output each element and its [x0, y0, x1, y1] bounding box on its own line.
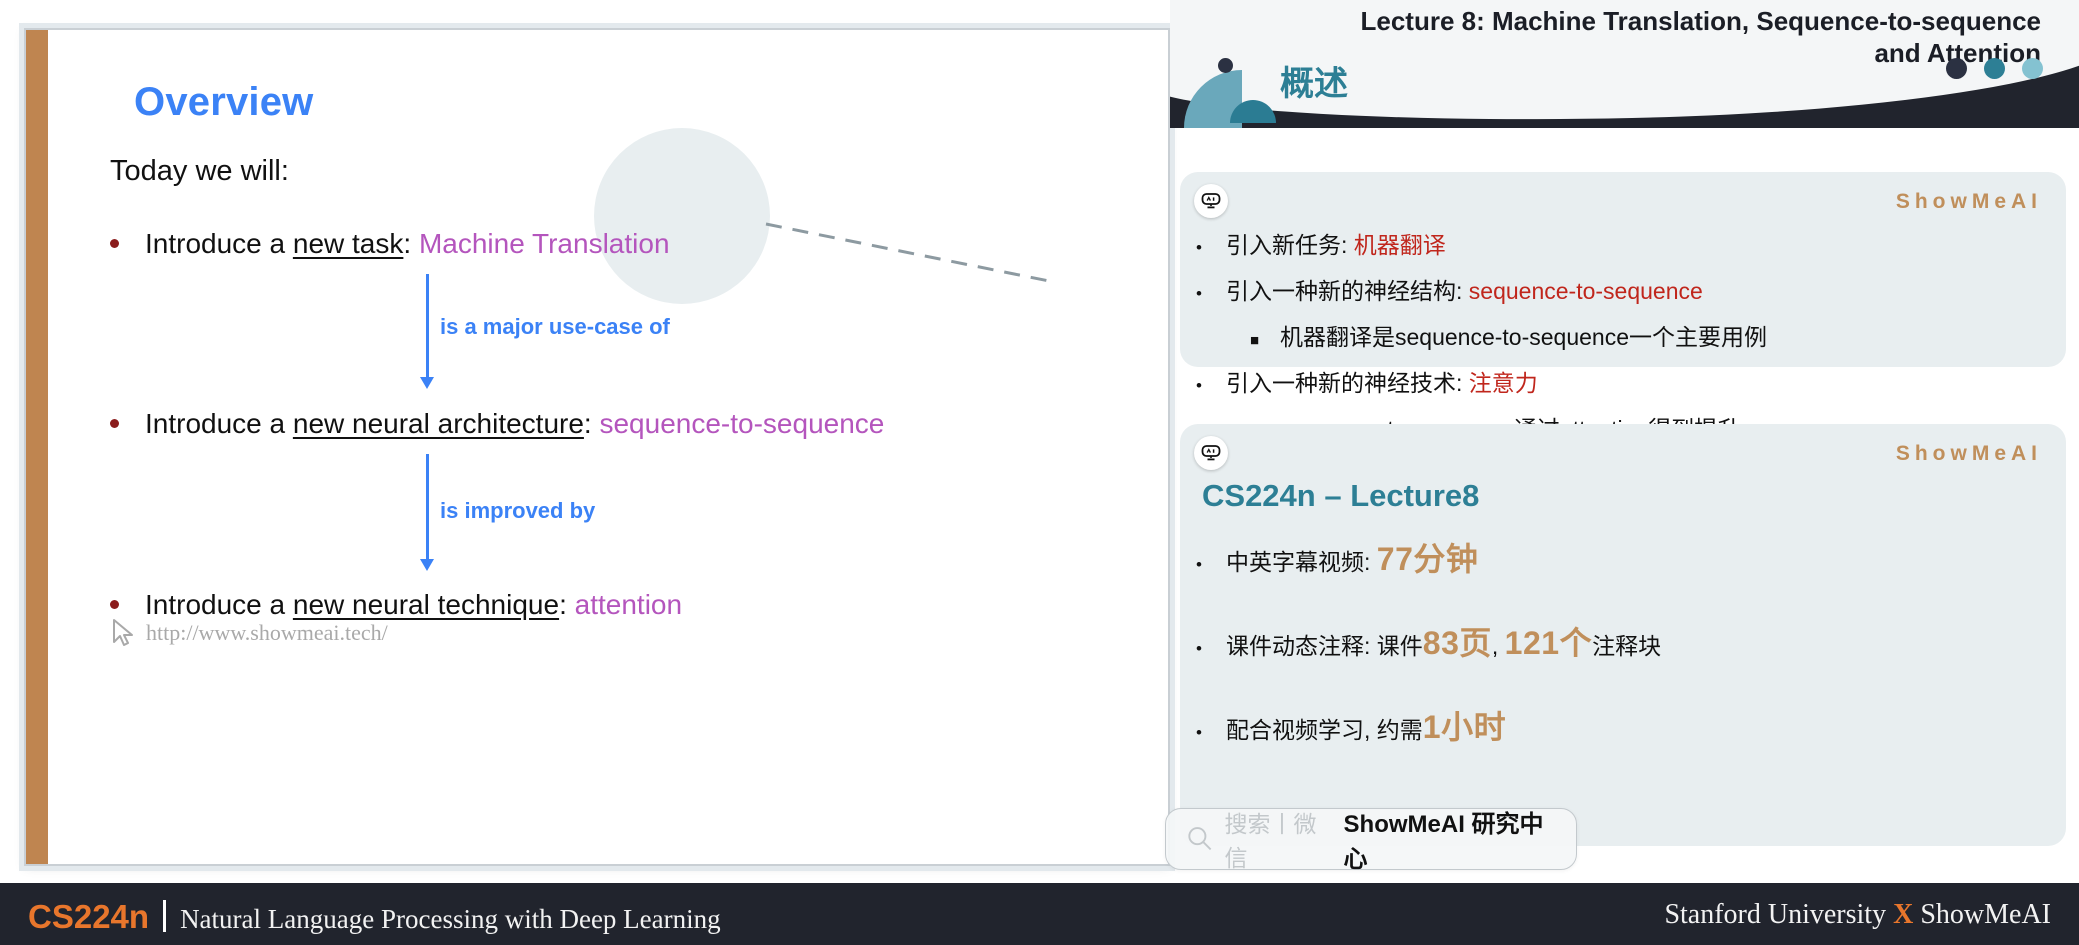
- footer-right: Stanford University X ShowMeAI: [1664, 899, 2051, 931]
- slide-body: Overview Today we will: Introduce a new …: [48, 30, 1168, 864]
- bullet-3-prefix: Introduce a: [145, 589, 293, 620]
- item-text: 引入一种新的神经技术:: [1226, 370, 1469, 396]
- ai-robot-icon: [1194, 436, 1228, 470]
- bullet-3-highlight: attention: [574, 589, 683, 620]
- screenshot-root: Overview Today we will: Introduce a new …: [0, 0, 2079, 945]
- bullet-marker-icon: •: [1196, 238, 1202, 257]
- tooltip-ghost-text: 搜索丨微信: [1224, 811, 1317, 871]
- footer-university: Stanford University: [1664, 899, 1894, 930]
- search-icon: [1188, 827, 1212, 851]
- bullet-dot-icon: [110, 418, 119, 428]
- bullet-1-prefix: Introduce a: [145, 228, 293, 259]
- bullet-1-colon: :: [403, 228, 419, 259]
- list-item: • 配合视频学习, 约需1小时: [1196, 702, 2050, 748]
- notes-panel: Lecture 8: Machine Translation, Sequence…: [1170, 0, 2079, 880]
- brand-logo-mark: [1184, 58, 1276, 128]
- item-big: 1小时: [1422, 709, 1507, 745]
- slide-watermark: http://www.showmeai.tech/: [110, 618, 388, 648]
- bullet-3-underlined: new neural technique: [292, 589, 560, 620]
- bullet-item-2: Introduce a new neural architecture: seq…: [110, 408, 884, 440]
- decorative-circle: [594, 128, 770, 304]
- lecture-title-line1: Lecture 8: Machine Translation, Sequence…: [1360, 6, 2041, 36]
- summary-list: • 引入新任务: 机器翻译 • 引入一种新的神经结构: sequence-to-…: [1196, 226, 2050, 456]
- bullet-marker-icon: •: [1196, 376, 1202, 395]
- slide-accent-bar: [26, 30, 48, 864]
- tooltip-strong-text: ShowMeAI 研究中心: [1343, 811, 1544, 873]
- item-post: 注释块: [1592, 633, 1662, 659]
- course-title: CS224n – Lecture8: [1202, 478, 1480, 513]
- footer-bar: CS224n Natural Language Processing with …: [0, 880, 2079, 945]
- item-accent: 注意力: [1468, 370, 1538, 396]
- header-dot-1-icon: [1946, 58, 1967, 79]
- bullet-2-prefix: Introduce a: [145, 408, 293, 439]
- header-dot-3-icon: [2022, 58, 2043, 79]
- footer-partner: ShowMeAI: [1913, 899, 2051, 930]
- wechat-search-tooltip[interactable]: 搜索丨微信 ShowMeAI 研究中心: [1165, 808, 1577, 873]
- bullet-marker-icon: •: [1196, 723, 1202, 742]
- course-info-list: • 中英字幕视频: 77分钟 • 课件动态注释: 课件83页, 121个注释块 …: [1196, 534, 2050, 786]
- list-item: • 引入一种新的神经技术: 注意力: [1196, 364, 2050, 398]
- item-text: 引入新任务:: [1226, 232, 1354, 258]
- footer-course-code: CS224n: [28, 898, 150, 935]
- item-big2: 121个: [1504, 625, 1593, 661]
- square-marker-icon: ■: [1250, 332, 1260, 349]
- list-item: • 引入新任务: 机器翻译: [1196, 226, 2050, 260]
- bullet-dot-icon: [110, 599, 119, 609]
- flow-arrow-2: [420, 454, 434, 571]
- flow-arrow-label-1: is a major use-case of: [440, 314, 670, 339]
- bullet-3-colon: :: [559, 589, 575, 620]
- brand-label: ShowMeAI: [1895, 190, 2042, 213]
- bullet-1-highlight: Machine Translation: [418, 228, 670, 259]
- lecture-title: Lecture 8: Machine Translation, Sequence…: [1281, 6, 2041, 69]
- slide-lead-text: Today we will:: [110, 155, 289, 187]
- ai-robot-icon: [1194, 184, 1228, 218]
- bullet-item-3: Introduce a new neural technique: attent…: [110, 589, 682, 621]
- footer-left: CS224n Natural Language Processing with …: [28, 896, 721, 936]
- notes-card-summary: ShowMeAI • 引入新任务: 机器翻译 • 引入一种新的神经结构: seq…: [1180, 172, 2066, 442]
- item-pre: 配合视频学习, 约需: [1226, 717, 1423, 743]
- slide-container: Overview Today we will: Introduce a new …: [24, 28, 1170, 866]
- slide: Overview Today we will: Introduce a new …: [24, 28, 1170, 866]
- brand-label: ShowMeAI: [1895, 442, 2042, 465]
- flow-arrow-label-2: is improved by: [440, 498, 596, 523]
- lecture-title-line2: and Attention: [1874, 37, 2041, 68]
- item-accent: 机器翻译: [1353, 232, 1446, 258]
- bullet-marker-icon: •: [1196, 555, 1202, 574]
- footer-subtitle: Natural Language Processing with Deep Le…: [180, 904, 721, 934]
- notes-card-course-info: ShowMeAI CS224n – Lecture8 • 中英字幕视频: 77分…: [1180, 424, 2066, 846]
- section-title: 概述: [1280, 65, 1348, 103]
- item-text: 机器翻译是sequence-to-sequence一个主要用例: [1280, 324, 1767, 350]
- bullet-marker-icon: •: [1196, 284, 1202, 303]
- header-dot-2-icon: [1984, 58, 2005, 79]
- list-item: • 课件动态注释: 课件83页, 121个注释块: [1196, 618, 2050, 664]
- bullet-2-colon: :: [583, 408, 600, 439]
- item-accent: sequence-to-sequence: [1468, 278, 1703, 304]
- bullet-marker-icon: •: [1196, 639, 1202, 658]
- list-item: • 中英字幕视频: 77分钟: [1196, 534, 2050, 580]
- header-dots: [1946, 58, 2043, 79]
- item-pre: 中英字幕视频:: [1226, 549, 1377, 575]
- list-item: ■ 机器翻译是sequence-to-sequence一个主要用例: [1196, 318, 2050, 352]
- footer-x: X: [1893, 899, 1914, 930]
- logo-dot-icon: [1218, 58, 1233, 73]
- bullet-2-underlined: new neural architecture: [292, 408, 584, 439]
- watermark-url: http://www.showmeai.tech/: [146, 620, 388, 645]
- connector-dashed-line: [765, 222, 1055, 284]
- bullet-item-1: Introduce a new task: Machine Translatio…: [110, 228, 670, 260]
- bullet-2-highlight: sequence-to-sequence: [599, 408, 885, 439]
- footer-divider: [163, 900, 167, 932]
- item-mid: ,: [1491, 633, 1505, 659]
- page-title: Overview: [134, 80, 314, 124]
- list-item: • 引入一种新的神经结构: sequence-to-sequence: [1196, 272, 2050, 306]
- item-pre: 课件动态注释: 课件: [1226, 633, 1423, 659]
- item-big: 83页: [1422, 625, 1492, 661]
- item-big: 77分钟: [1376, 541, 1479, 577]
- bullet-1-underlined: new task: [292, 228, 404, 259]
- cursor-icon: [113, 619, 133, 646]
- flow-arrow-1: [420, 274, 434, 389]
- item-text: 引入一种新的神经结构:: [1226, 278, 1469, 304]
- bullet-dot-icon: [110, 238, 119, 248]
